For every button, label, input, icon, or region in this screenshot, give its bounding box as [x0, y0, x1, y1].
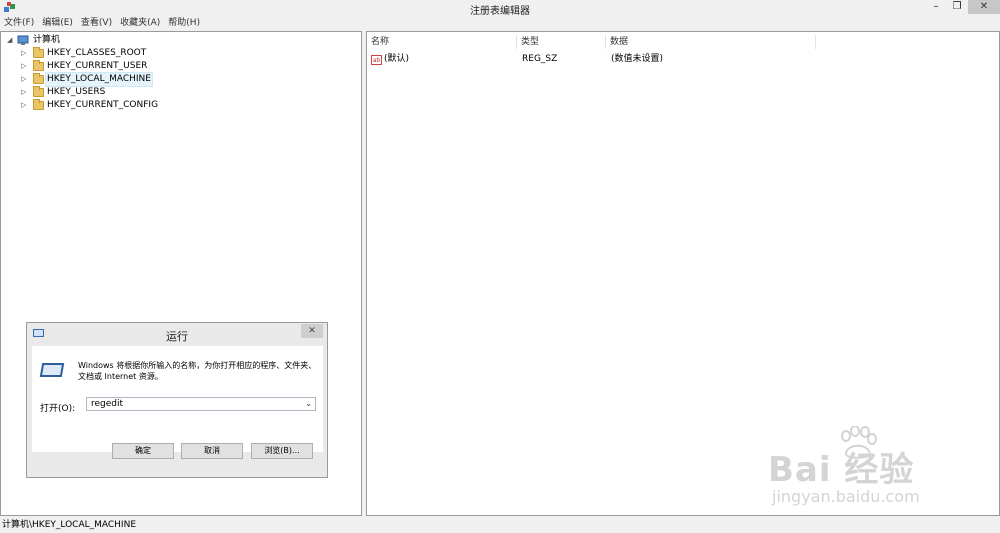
- watermark-brand: Bai 经验: [768, 450, 915, 490]
- menu-view[interactable]: 查看(V): [77, 16, 116, 31]
- run-dialog: 运行 ✕ Windows 将根据你所输入的名称，为你打开相应的程序、文件夹、文档…: [26, 322, 328, 478]
- menu-edit[interactable]: 编辑(E): [38, 16, 77, 31]
- computer-icon: [17, 35, 29, 45]
- title-bar: 注册表编辑器 – ❐ ✕: [0, 0, 1000, 17]
- tree-item-label: HKEY_CURRENT_CONFIG: [47, 100, 159, 110]
- value-name: (默认): [384, 54, 410, 64]
- close-button[interactable]: ✕: [968, 0, 1000, 14]
- run-dialog-title: 运行: [166, 330, 188, 343]
- run-command-value: regedit: [91, 399, 124, 409]
- expanded-arrow-icon[interactable]: ◢: [7, 34, 12, 47]
- value-data: (数值未设置): [611, 54, 664, 64]
- folder-icon: [33, 47, 44, 58]
- tree-item-label: HKEY_LOCAL_MACHINE: [45, 72, 153, 87]
- tree-item-label: HKEY_USERS: [47, 87, 106, 97]
- collapsed-arrow-icon[interactable]: ▷: [21, 60, 26, 73]
- menu-help[interactable]: 帮助(H): [164, 16, 204, 31]
- menu-file[interactable]: 文件(F): [0, 16, 38, 31]
- tree-root-label: 计算机: [33, 35, 61, 45]
- minimize-button[interactable]: –: [928, 0, 944, 14]
- ok-button[interactable]: 确定: [112, 443, 174, 459]
- status-bar: 计算机\HKEY_LOCAL_MACHINE: [0, 517, 1000, 533]
- folder-icon: [33, 60, 44, 71]
- folder-icon: [33, 99, 44, 110]
- value-row-name[interactable]: ab (默认): [371, 53, 409, 66]
- column-header-name[interactable]: 名称: [367, 35, 517, 49]
- chevron-down-icon[interactable]: ⌄: [305, 398, 312, 410]
- run-dialog-body: Windows 将根据你所输入的名称，为你打开相应的程序、文件夹、文档或 Int…: [32, 346, 323, 452]
- window-title: 注册表编辑器: [470, 6, 530, 17]
- collapsed-arrow-icon[interactable]: ▷: [21, 47, 26, 60]
- run-large-icon: [39, 363, 65, 377]
- column-header-type[interactable]: 类型: [517, 35, 606, 49]
- collapsed-arrow-icon[interactable]: ▷: [21, 73, 26, 86]
- value-type: REG_SZ: [522, 54, 558, 64]
- cancel-button[interactable]: 取消: [181, 443, 243, 459]
- run-description: Windows 将根据你所输入的名称，为你打开相应的程序、文件夹、文档或 Int…: [78, 361, 317, 381]
- run-command-input[interactable]: regedit ⌄: [86, 397, 316, 411]
- tree-item-label: HKEY_CLASSES_ROOT: [47, 48, 147, 58]
- folder-icon: [33, 73, 44, 84]
- collapsed-arrow-icon[interactable]: ▷: [21, 86, 26, 99]
- run-open-label: 打开(O):: [40, 404, 76, 414]
- collapsed-arrow-icon[interactable]: ▷: [21, 99, 26, 112]
- run-close-button[interactable]: ✕: [301, 324, 323, 338]
- folder-icon: [33, 86, 44, 97]
- menu-favorites[interactable]: 收藏夹(A): [116, 16, 164, 31]
- column-header-empty: [816, 35, 999, 49]
- restore-button[interactable]: ❐: [949, 0, 965, 14]
- browse-button[interactable]: 浏览(B)...: [251, 443, 313, 459]
- tree-item-label: HKEY_CURRENT_USER: [47, 61, 148, 71]
- string-value-icon: ab: [371, 55, 382, 65]
- menu-bar: 文件(F) 编辑(E) 查看(V) 收藏夹(A) 帮助(H): [0, 16, 1000, 31]
- column-header-data[interactable]: 数据: [606, 35, 816, 49]
- watermark-url: jingyan.baidu.com: [772, 487, 920, 506]
